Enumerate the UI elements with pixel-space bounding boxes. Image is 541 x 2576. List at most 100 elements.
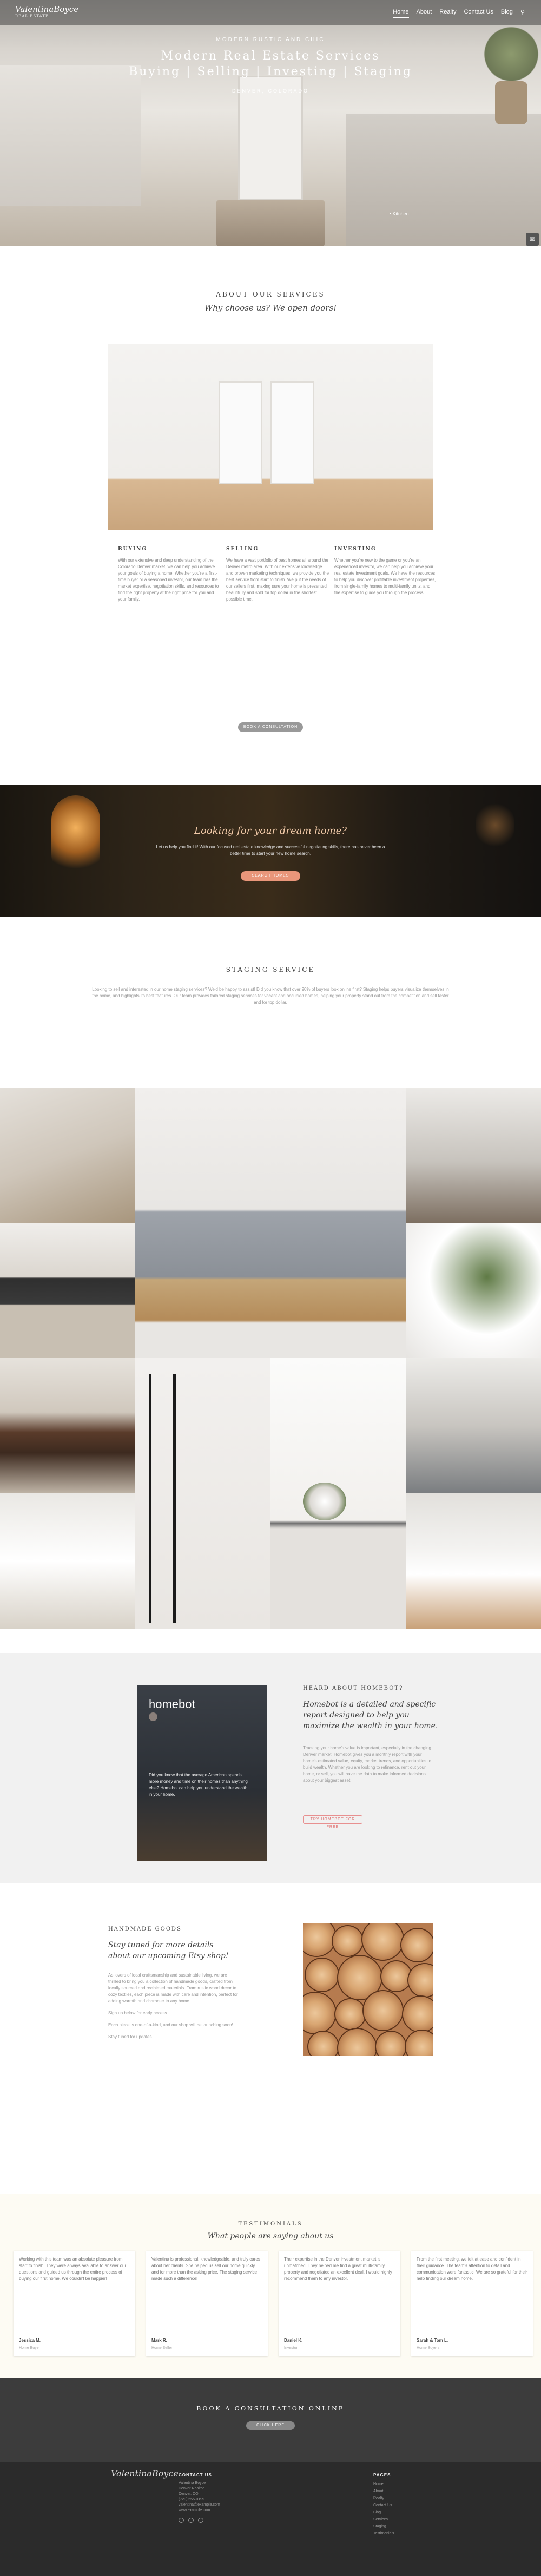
dream-text: Let us help you find it! With our focuse… — [156, 845, 385, 856]
testimonials-script: What people are saying about us — [207, 2232, 334, 2241]
gallery-image-hallway — [406, 1088, 541, 1223]
facebook-icon[interactable] — [179, 2518, 184, 2523]
service-title-selling: Selling — [226, 546, 259, 552]
footer-pages-title: Pages — [373, 2473, 391, 2478]
handmade-body: As lovers of local craftsmanship and sus… — [108, 1972, 238, 2046]
footer-phone[interactable]: (720) 555-0199 — [179, 2497, 314, 2502]
homebot-heading: Heard about Homebot? — [303, 1685, 404, 1691]
services-section: About our Services Why choose us? We ope… — [0, 246, 541, 785]
nav-home[interactable]: Home — [393, 9, 409, 18]
door-left — [219, 381, 262, 484]
testimonials-heading: Testimonials — [238, 2221, 303, 2227]
gallery-image-white-kitchen — [0, 1493, 135, 1629]
hero-image-tag: • Kitchen — [390, 211, 409, 216]
chat-icon[interactable]: ✉ — [526, 233, 539, 246]
service-column-buying: Buying With our extensive and deep under… — [118, 546, 221, 603]
handmade-image-logs — [303, 1923, 433, 2056]
testimonial-text: Working with this team was an absolute p… — [19, 2257, 127, 2281]
pinterest-icon[interactable] — [198, 2518, 203, 2523]
footer-logo[interactable]: ValentinaBoyce — [111, 2468, 179, 2479]
footer-email[interactable]: valentina@example.com — [179, 2502, 314, 2508]
logo-text: ValentinaBoyce — [15, 4, 78, 14]
handmade-section: Handmade Goods Stay tuned for more detai… — [0, 1883, 541, 2194]
footer-link[interactable]: Realty — [373, 2495, 427, 2502]
nav-blog[interactable]: Blog — [501, 9, 513, 18]
testimonial-role: Investor — [284, 2346, 298, 2350]
hero-image-island — [346, 114, 541, 246]
gallery-image-bathtub — [406, 1223, 541, 1358]
top-navigation-bar: ValentinaBoyce REAL ESTATE Home About Re… — [0, 0, 541, 25]
nav-about[interactable]: About — [417, 9, 432, 18]
book-consultation-button[interactable]: Book a Consultation — [238, 722, 303, 732]
services-script: Why choose us? We open doors! — [204, 303, 337, 313]
footer-link[interactable]: Testimonials — [373, 2530, 427, 2537]
handmade-paragraph: Stay tuned for updates. — [108, 2034, 153, 2039]
footer-link[interactable]: Home — [373, 2481, 427, 2488]
gallery-image-vanity — [135, 1088, 406, 1358]
dream-title: Looking for your dream home? — [194, 825, 347, 836]
homebot-button[interactable]: Try Homebot for Free — [303, 1815, 362, 1829]
nav-contact[interactable]: Contact Us — [464, 9, 493, 18]
hero-image-door — [238, 76, 303, 200]
hero-subtitle: Buying | Selling | Investing | Staging — [129, 65, 412, 78]
footer-contact-line: Valentina Boyce — [179, 2481, 206, 2485]
testimonial-name: Daniel K. — [284, 2338, 303, 2343]
footer-link[interactable]: Staging — [373, 2523, 427, 2530]
consultation-section: Book a Consultation Online Click Here — [0, 2378, 541, 2462]
testimonial-name: Mark R. — [151, 2338, 167, 2343]
testimonial-card: Valentina is professional, knowledgeable… — [146, 2251, 268, 2356]
handmade-script: Stay tuned for more details about our up… — [108, 1941, 229, 1960]
homebot-logo-icon — [149, 1712, 157, 1721]
nav-realty[interactable]: Realty — [439, 9, 456, 18]
testimonial-card: Working with this team was an absolute p… — [14, 2251, 135, 2356]
handmade-note: Sign up below for early access. — [108, 2011, 168, 2015]
footer-link[interactable]: Blog — [373, 2509, 427, 2516]
dream-home-banner: Looking for your dream home? Let us help… — [0, 785, 541, 917]
staging-gallery — [0, 1088, 541, 1653]
footer-contact-line: Denver, CO — [179, 2492, 199, 2496]
gallery-image-entry — [0, 1223, 135, 1358]
logo-subtext: REAL ESTATE — [15, 14, 49, 18]
homebot-section: homebot Did you know that the average Am… — [0, 1653, 541, 1883]
testimonial-name: Jessica M. — [19, 2338, 41, 2343]
door-right — [270, 381, 314, 484]
footer-link[interactable]: Contact Us — [373, 2502, 427, 2509]
footer-website[interactable]: www.example.com — [179, 2508, 314, 2513]
footer-contact-title: Contact Us — [179, 2473, 212, 2478]
search-homes-button[interactable]: Search Homes — [241, 871, 300, 881]
service-text-investing: Whether you're new to the game or you're… — [334, 558, 436, 595]
service-text-buying: With our extensive and deep understandin… — [118, 558, 219, 602]
gallery-image-bathroom-sink — [0, 1088, 135, 1223]
main-nav: Home About Realty Contact Us Blog ⚲ — [393, 9, 525, 18]
hero-eyebrow: Modern Rustic and Chic — [216, 37, 325, 43]
gallery-image-bar-stools — [406, 1493, 541, 1629]
gallery-image-dining — [0, 1358, 135, 1493]
testimonials-section: Testimonials What people are saying abou… — [0, 2194, 541, 2378]
handmade-heading: Handmade Goods — [108, 1926, 182, 1932]
footer-social-icons — [179, 2518, 314, 2523]
testimonial-role: Home Seller — [151, 2346, 173, 2350]
testimonial-text: From the first meeting, we felt at ease … — [417, 2257, 527, 2281]
hero-image-rug — [216, 200, 325, 246]
footer-link[interactable]: Services — [373, 2516, 427, 2523]
site-footer: ValentinaBoyce Contact Us Valentina Boyc… — [0, 2462, 541, 2576]
gallery-image-kitchen — [406, 1358, 541, 1493]
hero-text: Modern Rustic and Chic Modern Real Estat… — [0, 37, 541, 94]
instagram-icon[interactable] — [188, 2518, 194, 2523]
search-icon[interactable]: ⚲ — [520, 9, 525, 18]
services-title: About our Services — [216, 291, 325, 298]
consultation-button[interactable]: Click Here — [246, 2421, 295, 2430]
handmade-paragraph: As lovers of local craftsmanship and sus… — [108, 1973, 238, 2004]
homebot-card[interactable]: homebot Did you know that the average Am… — [137, 1685, 267, 1861]
staging-text: Looking to sell and interested in our ho… — [92, 987, 449, 1005]
testimonial-name: Sarah & Tom L. — [417, 2338, 448, 2343]
staging-title: Staging Service — [226, 966, 315, 973]
testimonial-role: Home Buyer — [19, 2346, 40, 2350]
testimonial-role: Home Buyers — [417, 2346, 440, 2350]
footer-contact-line: Denver Realtor — [179, 2487, 204, 2491]
footer-pages: Pages Home About Realty Contact Us Blog … — [373, 2473, 427, 2537]
footer-contact: Contact Us Valentina Boyce Denver Realto… — [179, 2473, 314, 2523]
footer-link[interactable]: About — [373, 2488, 427, 2495]
service-title-buying: Buying — [118, 546, 148, 552]
site-logo[interactable]: ValentinaBoyce REAL ESTATE — [15, 4, 78, 18]
